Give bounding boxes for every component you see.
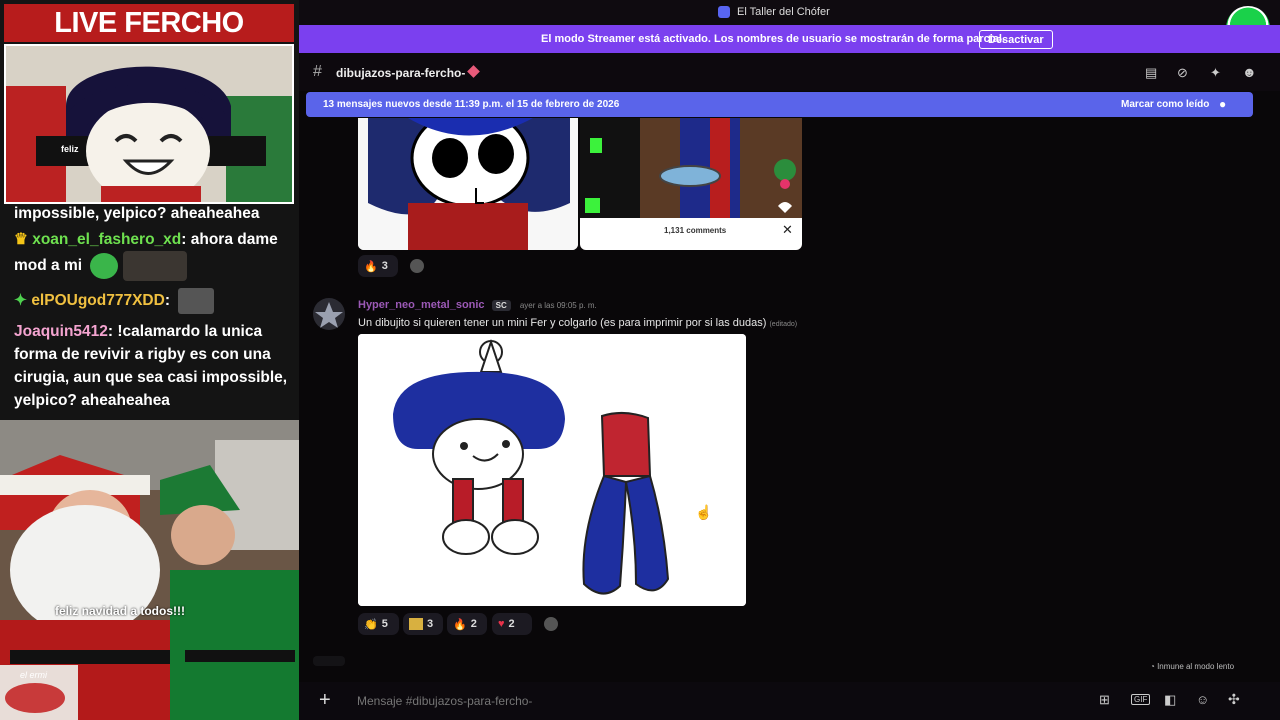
new-messages-bar[interactable]: 13 mensajes nuevos desde 11:39 p.m. el 1… bbox=[306, 92, 1253, 117]
attachment-image[interactable] bbox=[358, 118, 578, 250]
discord-window: El Taller del Chófer El modo Streamer es… bbox=[299, 0, 1280, 720]
sticker-icon[interactable]: ◧ bbox=[1164, 692, 1176, 708]
reaction-count: 2 bbox=[508, 618, 515, 630]
reaction-image[interactable]: 3 bbox=[403, 613, 443, 635]
reaction-fire[interactable]: 🔥 2 bbox=[447, 613, 487, 635]
message-input[interactable] bbox=[355, 690, 779, 712]
fer-drawing-image[interactable] bbox=[358, 334, 746, 606]
add-reaction-icon[interactable] bbox=[410, 259, 424, 273]
message-text: Un dibujito si quieren tener un mini Fer… bbox=[358, 317, 797, 329]
mark-read-icon: ● bbox=[1219, 97, 1227, 111]
window-title: El Taller del Chófer bbox=[737, 6, 830, 18]
title-bar: El Taller del Chófer bbox=[299, 0, 1280, 50]
hashtag-icon: # bbox=[313, 63, 322, 80]
reaction-count: 3 bbox=[427, 618, 434, 630]
gif-icon[interactable]: GIF bbox=[1131, 694, 1151, 705]
reaction-count: 2 bbox=[470, 618, 477, 630]
top-webcam: feliz bbox=[4, 44, 294, 204]
mini-fer-drawing bbox=[358, 334, 746, 606]
threads-icon[interactable]: ▤ bbox=[1145, 65, 1157, 81]
heart-icon: ♥ bbox=[498, 618, 505, 630]
channel-name: dibujazos-para-fercho- bbox=[336, 66, 466, 80]
cursor-hand-icon: ☝ bbox=[695, 504, 713, 520]
chat-username: xoan_el_fashero_xd bbox=[32, 231, 182, 248]
add-attachment-icon[interactable]: + bbox=[319, 689, 331, 712]
image-emoji-icon bbox=[409, 618, 423, 630]
streamer-text: El modo Streamer está activado. Los nomb… bbox=[541, 33, 1005, 45]
slowmode-label: Inmune al modo lento bbox=[1157, 662, 1235, 671]
video-thumbnail bbox=[580, 118, 802, 218]
chat-line: ♛ xoan_el_fashero_xd: ahora dame mod a m… bbox=[14, 228, 294, 281]
mute-icon[interactable]: ⊘ bbox=[1177, 65, 1188, 81]
reaction-count: 3 bbox=[381, 260, 388, 272]
tiny-caption: feliz bbox=[61, 144, 79, 154]
add-reaction-icon[interactable] bbox=[544, 617, 558, 631]
cat-emote-icon bbox=[122, 251, 187, 281]
next-message-avatar bbox=[313, 656, 345, 666]
clock-icon: ◔ bbox=[1150, 662, 1155, 671]
close-icon[interactable]: ✕ bbox=[782, 222, 793, 238]
reaction-count: 5 bbox=[381, 618, 388, 630]
edited-label: (editado) bbox=[769, 321, 798, 328]
live-title: LIVE FERCHO REACTION bbox=[4, 4, 294, 77]
chat-text: impossible, yelpico? aheaheahea bbox=[14, 205, 260, 222]
members-icon[interactable]: ☻ bbox=[1242, 64, 1257, 80]
channel-header: # dibujazos-para-fercho- ▤ ⊘ ✦ ☻ bbox=[299, 53, 1280, 91]
streamer-banner: El modo Streamer está activado. Los nomb… bbox=[299, 25, 1280, 53]
reaction-heart[interactable]: ♥ 2 bbox=[492, 613, 532, 635]
stream-overlay: LIVE FERCHO REACTION feliz impossible, y… bbox=[0, 0, 299, 720]
timestamp: ayer a las 09:05 p. m. bbox=[519, 301, 597, 310]
slowmode-status: ◔ Inmune al modo lento bbox=[1150, 662, 1234, 671]
chat-username: Joaquin5412 bbox=[14, 323, 108, 340]
stream-chat: impossible, yelpico? aheaheahea ♛ xoan_e… bbox=[0, 204, 299, 418]
attachment-video[interactable]: 1,131 comments ✕ bbox=[580, 118, 802, 250]
reaction-fire[interactable]: 🔥 3 bbox=[358, 255, 398, 277]
cam-caption: feliz navidad a todos!!! bbox=[55, 604, 186, 618]
gift-icon[interactable]: ⊞ bbox=[1099, 692, 1110, 708]
blue-hair-drawing bbox=[358, 118, 578, 250]
chat-line: impossible, yelpico? aheaheahea bbox=[14, 204, 294, 225]
mark-read-label[interactable]: Marcar como leído bbox=[1121, 99, 1209, 110]
discord-icon bbox=[718, 6, 730, 18]
reaction-clap[interactable]: 👏 5 bbox=[358, 613, 399, 635]
author-name[interactable]: Hyper_neo_metal_sonic bbox=[358, 299, 485, 311]
cat-emote-icon bbox=[178, 288, 215, 314]
avatar[interactable] bbox=[313, 298, 345, 330]
pin-icon[interactable]: ✦ bbox=[1210, 65, 1221, 81]
diamond-badge-icon: ✦ bbox=[14, 292, 27, 310]
chat-username: elPOUgod777XDD bbox=[31, 292, 165, 310]
new-messages-text: 13 mensajes nuevos desde 11:39 p.m. el 1… bbox=[323, 99, 620, 110]
server-tag: SC bbox=[491, 300, 511, 311]
emoji-icon[interactable]: ☺ bbox=[1196, 692, 1209, 707]
crying-emote-icon bbox=[90, 253, 119, 279]
fire-icon: 🔥 bbox=[364, 260, 378, 273]
deactivate-button[interactable]: Desactivar bbox=[979, 30, 1053, 49]
comments-label: 1,131 comments bbox=[664, 226, 727, 235]
message-header: Hyper_neo_metal_sonic SC ayer a las 09:0… bbox=[358, 299, 597, 311]
pencil-emoji-icon bbox=[467, 65, 480, 78]
fire-icon: 🔥 bbox=[453, 618, 467, 631]
chat-line: ✦ elPOUgod777XDD: bbox=[14, 288, 294, 314]
apps-icon[interactable]: ✣ bbox=[1228, 691, 1240, 708]
watermark: el ermi bbox=[20, 670, 48, 680]
message-composer: + ⊞ GIF ◧ ☺ ✣ bbox=[299, 682, 1280, 720]
clap-icon: 👏 bbox=[364, 618, 378, 631]
message-body: Un dibujito si quieren tener un mini Fer… bbox=[358, 317, 767, 329]
comments-panel: 1,131 comments ✕ bbox=[580, 218, 802, 250]
crown-icon: ♛ bbox=[14, 231, 28, 248]
bottom-webcam: feliz navidad a todos!!! el ermi bbox=[0, 420, 299, 720]
chat-line: Joaquin5412: !calamardo la unica forma d… bbox=[14, 323, 288, 409]
cartoon-face-image bbox=[6, 46, 292, 202]
